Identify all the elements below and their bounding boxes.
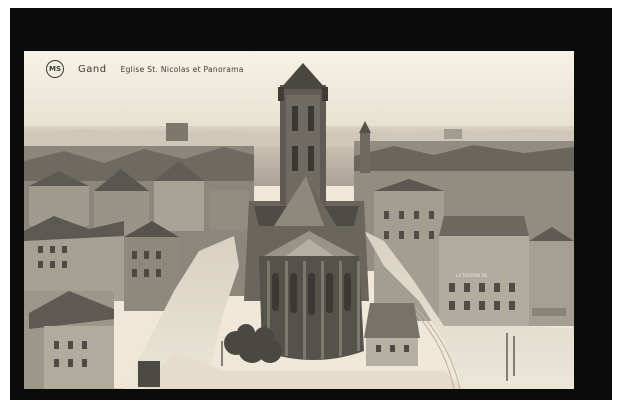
tram-car — [138, 361, 160, 387]
postcard: MS Gand Eglise St. Nicolas et Panorama L… — [24, 51, 574, 389]
postcard-title: Eglise St. Nicolas et Panorama — [120, 64, 244, 74]
corner-building — [439, 236, 529, 326]
front-house — [364, 303, 420, 366]
shop-sign: LA TAVERNE DE — [456, 273, 488, 278]
publisher-logo: MS — [46, 60, 64, 78]
belfry-tower — [360, 133, 370, 173]
photo-frame: MS Gand Eglise St. Nicolas et Panorama L… — [0, 0, 621, 408]
right-buildings — [354, 141, 574, 326]
city-name: Gand — [78, 63, 107, 75]
city-panorama-photo — [24, 51, 574, 389]
postcard-caption: MS Gand Eglise St. Nicolas et Panorama — [46, 60, 244, 78]
